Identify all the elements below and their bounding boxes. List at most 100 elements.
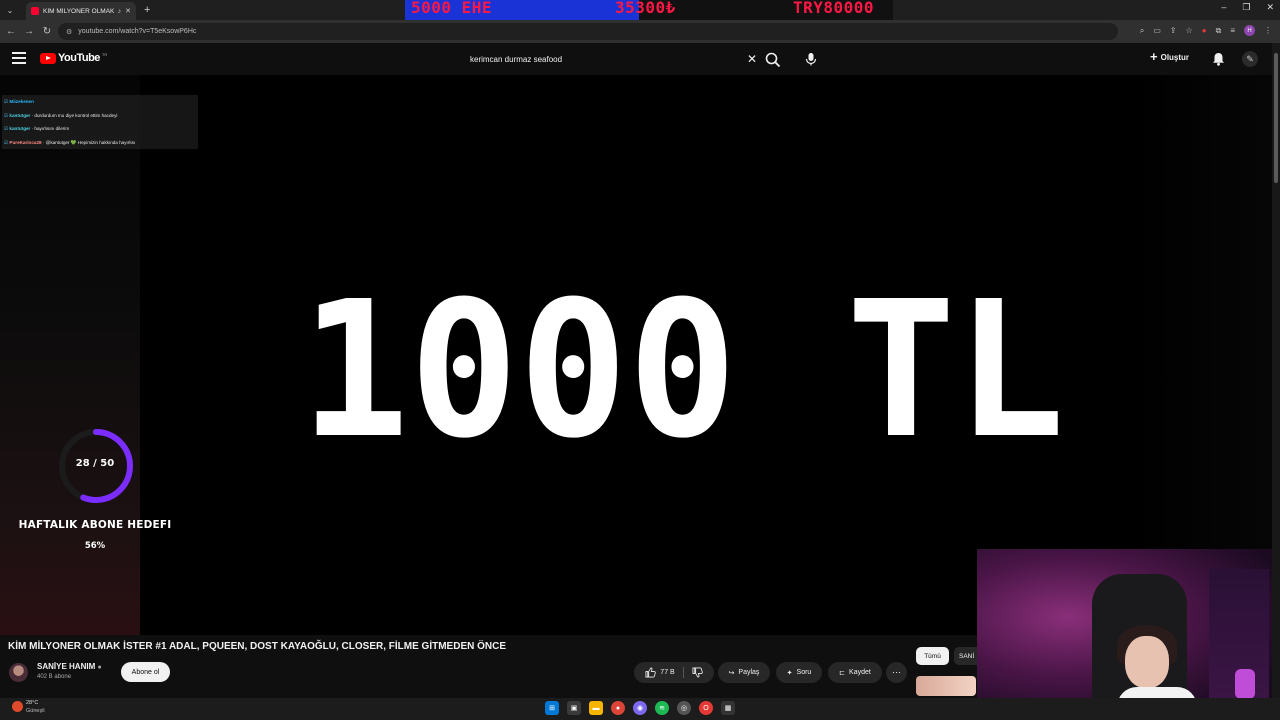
notifications-bell-icon[interactable] [1212, 52, 1225, 66]
site-info-icon[interactable]: ⚙ [66, 28, 72, 36]
spotify-icon[interactable]: ≋ [655, 701, 669, 715]
chat-username: PureKarinca28 [9, 139, 42, 145]
browser-menu-icon[interactable]: ⋮ [1264, 26, 1272, 35]
profile-avatar[interactable]: H [1244, 25, 1255, 36]
like-count: 77 B [660, 669, 675, 676]
page-scrollbar[interactable] [1272, 43, 1280, 698]
ticker-right: TRY80000 [793, 0, 875, 17]
chat-username: Miizekenen [9, 99, 34, 104]
search-icon[interactable] [764, 51, 782, 69]
discord-icon[interactable]: ◉ [633, 701, 647, 715]
youtube-favicon-icon [31, 7, 39, 15]
chip-all[interactable]: Tümü [916, 647, 949, 665]
weather-icon[interactable] [12, 701, 23, 712]
channel-name-row[interactable]: SANİYE HANIM ● [37, 662, 102, 671]
goal-title: HAFTALIK ABONE HEDEFI [18, 519, 172, 531]
tab-close-icon[interactable]: ✕ [125, 7, 131, 15]
minimize-icon[interactable]: – [1221, 2, 1226, 13]
streamer-face [1125, 636, 1169, 688]
ask-button[interactable]: ✦ Soru [776, 662, 822, 683]
window-controls: – ❐ ✕ [1221, 2, 1274, 13]
ticker-left: 5000 EHE [411, 0, 493, 17]
more-actions-icon[interactable]: ⋯ [886, 662, 907, 683]
recommended-thumbnail[interactable] [916, 676, 976, 696]
youtube-play-logo-icon [40, 52, 56, 64]
obs-icon[interactable]: ◎ [677, 701, 691, 715]
browser-toolbar: ← → ↻ ⚙ youtube.com/watch?v=T5eKsowP6Hc … [0, 20, 1280, 43]
scrollbar-thumb[interactable] [1274, 53, 1278, 183]
goal-count: 28 / 50 [75, 458, 115, 469]
ask-label: Soru [796, 669, 812, 676]
extension-red-icon[interactable]: ● [1202, 26, 1207, 35]
clear-search-icon[interactable]: ✕ [742, 52, 762, 66]
tab-search-icon[interactable]: ⌄ [0, 0, 20, 20]
subscribe-button[interactable]: Abone ol [121, 662, 170, 682]
file-explorer-icon[interactable]: ▬ [589, 701, 603, 715]
save-button[interactable]: ⊏ Kaydet [828, 662, 882, 683]
weather-desc: Güneşli [26, 708, 45, 714]
close-window-icon[interactable]: ✕ [1266, 2, 1274, 13]
like-dislike-group: 77 B [634, 662, 714, 683]
like-button[interactable]: 77 B [645, 667, 684, 678]
chrome-icon[interactable]: ● [611, 701, 625, 715]
address-bar[interactable]: ⚙ youtube.com/watch?v=T5eKsowP6Hc [58, 23, 1118, 40]
logo-region: TR [101, 51, 108, 57]
menu-icon[interactable] [12, 52, 26, 64]
thumbs-down-icon[interactable] [692, 667, 703, 678]
plus-icon: + [1150, 49, 1158, 64]
windows-start-icon[interactable]: ⊞ [545, 701, 559, 715]
chat-message: ☑ kantutger · hayırlısını dilerim [2, 122, 198, 136]
reading-list-icon[interactable]: ≡ [1230, 26, 1235, 35]
share-page-icon[interactable]: ⇪ [1170, 26, 1177, 35]
url-text: youtube.com/watch?v=T5eKsowP6Hc [78, 28, 197, 35]
youtube-logo[interactable]: YouTube TR [40, 52, 107, 64]
opera-icon[interactable]: O [699, 701, 713, 715]
save-label: Kaydet [849, 669, 871, 676]
forward-icon[interactable]: → [20, 26, 38, 37]
bookmark-star-icon[interactable]: ☆ [1186, 26, 1193, 35]
restore-icon[interactable]: ❐ [1242, 2, 1250, 13]
chat-message: ☑ Miizekenen [2, 95, 198, 109]
zoom-icon[interactable]: ⌕ [1140, 26, 1144, 36]
chat-message: ☑ kantutger · durdurdum mu diye kontrol … [2, 109, 198, 123]
channel-name[interactable]: SANİYE HANIM [37, 662, 95, 671]
microphone-icon[interactable] [803, 51, 819, 67]
thumbs-up-icon [645, 667, 657, 678]
youtube-logo-text: YouTube [58, 52, 100, 64]
cast-icon[interactable]: ▭ [1153, 26, 1161, 35]
search-input[interactable]: kerimcan durmaz seafood ✕ [462, 48, 762, 70]
account-avatar[interactable]: ✎ [1242, 51, 1258, 67]
bookmark-icon: ⊏ [839, 669, 846, 677]
share-button[interactable]: ↪ Paylaş [718, 662, 770, 683]
chat-username: kantutger [9, 112, 31, 118]
youtube-header: YouTube TR kerimcan durmaz seafood ✕ + O… [0, 43, 1280, 75]
tab-title: KİM MİLYONER OLMAK İSTE... [43, 7, 114, 15]
app-icon[interactable]: ▦ [721, 701, 735, 715]
tab-audio-icon[interactable]: ♪ [118, 8, 122, 15]
webcam-lamp [1235, 669, 1255, 699]
search-query[interactable]: kerimcan durmaz seafood [470, 55, 742, 64]
chat-text: · hayırlısını dilerim [30, 126, 70, 131]
subscriber-count: 402 B abone [37, 674, 72, 680]
verified-badge-icon: ● [97, 664, 102, 671]
weather-temp: 28°C [26, 700, 39, 706]
browser-tab-active[interactable]: KİM MİLYONER OLMAK İSTE... ♪ ✕ [26, 2, 136, 20]
video-title: KİM MİLYONER OLMAK İSTER #1 ADAL, PQUEEN… [8, 641, 507, 652]
big-prize-text: 1000 TL [300, 287, 1065, 443]
share-icon: ↪ [728, 669, 735, 677]
create-button[interactable]: + Oluştur [1150, 49, 1190, 64]
new-tab-button[interactable]: + [144, 4, 150, 16]
ticker-middle: 35300₺ [615, 0, 676, 17]
goal-percent: 56% [84, 541, 106, 551]
create-label: Oluştur [1160, 52, 1190, 62]
extension-icons: ⌕ ▭ ⇪ ☆ ● ⧉ ≡ H ⋮ [1140, 25, 1272, 36]
big-prize-label: 1000 TL [300, 287, 1065, 443]
windows-taskbar: 28°C Güneşli ⊞ ▣ ▬ ● ◉ ≋ ◎ O ▦ [0, 698, 1280, 720]
channel-avatar[interactable] [9, 663, 28, 682]
task-view-icon[interactable]: ▣ [567, 701, 581, 715]
chat-text: · durdurdum mu diye kontrol ettim hacdey… [30, 112, 118, 118]
reload-icon[interactable]: ↻ [38, 26, 56, 37]
back-icon[interactable]: ← [2, 26, 20, 37]
extensions-puzzle-icon[interactable]: ⧉ [1216, 26, 1222, 36]
overlay-left-panel [0, 75, 140, 635]
